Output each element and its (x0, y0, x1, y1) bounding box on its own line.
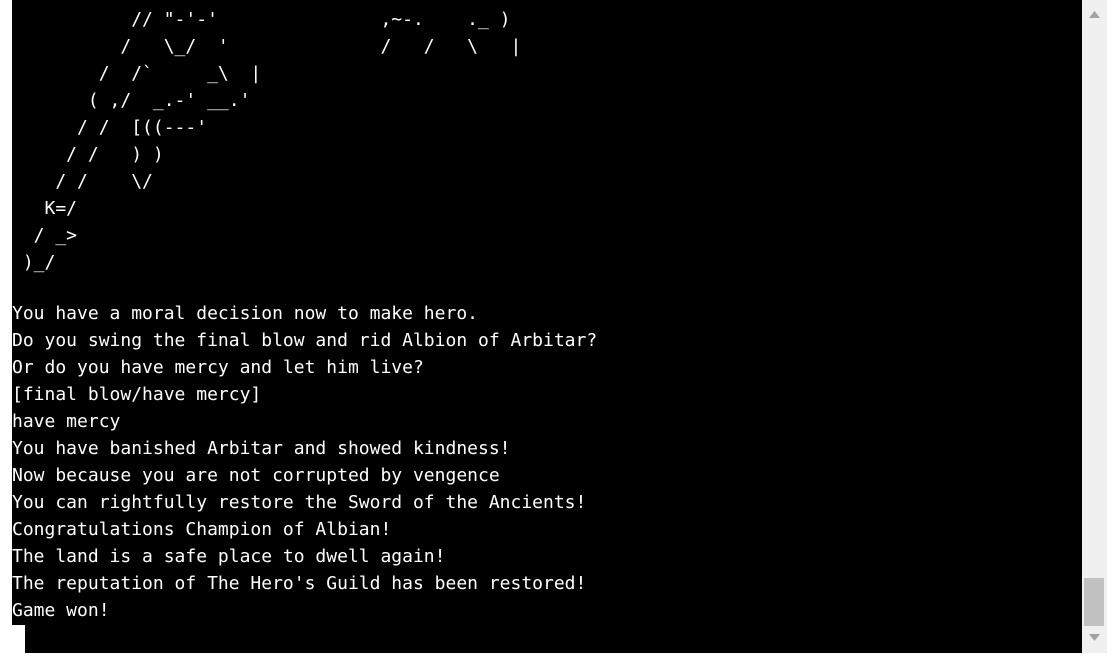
output-line: You have a moral decision now to make he… (12, 303, 478, 324)
output-line: The land is a safe place to dwell again! (12, 546, 446, 567)
scrollbar-thumb[interactable] (1084, 578, 1104, 626)
output-line: Or do you have mercy and let him live? (12, 357, 424, 378)
user-input-line: have mercy (12, 411, 121, 432)
scroll-up-button[interactable] (1082, 2, 1107, 27)
vertical-scrollbar[interactable] (1082, 0, 1107, 653)
output-line: Congratulations Champion of Albian! (12, 519, 392, 540)
output-line: Do you swing the final blow and rid Albi… (12, 330, 598, 351)
triangle-down-icon (1089, 634, 1100, 641)
output-lines: You have a moral decision now to make he… (12, 300, 597, 624)
output-line: Now because you are not corrupted by ven… (12, 465, 500, 486)
terminal-output[interactable]: // "-'-' ,~-. ._ ) / \_/ ' / / \ | / /` … (12, 0, 1082, 653)
output-line: Game won! (12, 600, 110, 621)
triangle-up-icon (1089, 11, 1100, 18)
scroll-down-button[interactable] (1082, 625, 1107, 650)
app-window: // "-'-' ,~-. ._ ) / \_/ ' / / \ | / /` … (0, 0, 1117, 663)
output-line: You can rightfully restore the Sword of … (12, 492, 587, 513)
ascii-art: // "-'-' ,~-. ._ ) / \_/ ' / / \ | / /` … (22, 9, 522, 273)
output-line: You have banished Arbitar and showed kin… (12, 438, 511, 459)
output-line: [final blow/have mercy] (12, 384, 262, 405)
cursor-gap (12, 625, 25, 653)
output-line: The reputation of The Hero's Guild has b… (12, 573, 587, 594)
